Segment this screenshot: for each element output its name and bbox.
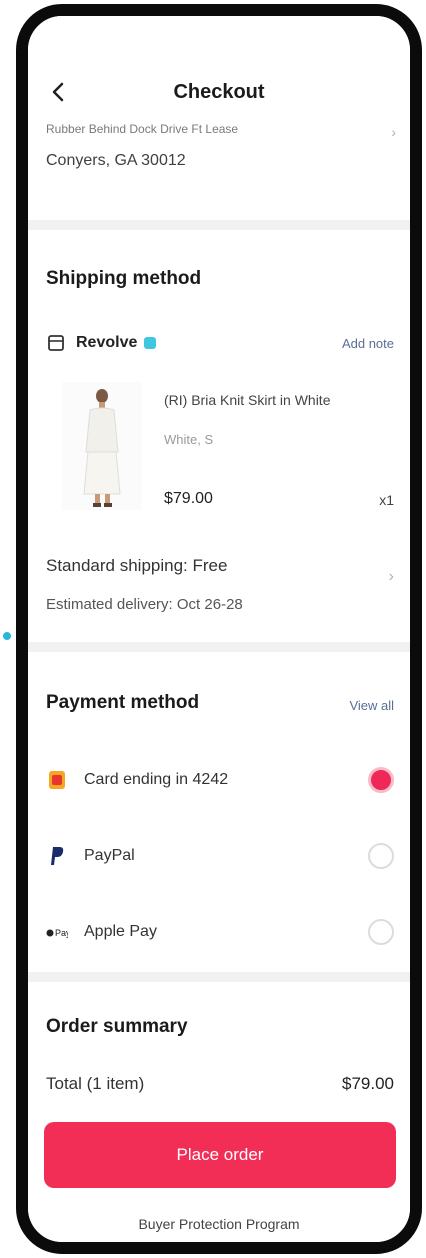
product-price: $79.00 bbox=[164, 490, 213, 507]
total-label: Total (1 item) bbox=[46, 1074, 145, 1093]
chevron-left-icon bbox=[52, 82, 64, 102]
paypal-icon bbox=[46, 845, 68, 867]
store-row: Revolve Add note bbox=[46, 328, 394, 358]
product-name: (RI) Bria Knit Skirt in White bbox=[164, 392, 331, 408]
payment-option-card[interactable]: Card ending in 4242 bbox=[46, 760, 394, 800]
side-dot-marker bbox=[2, 628, 12, 640]
payment-radio[interactable] bbox=[368, 919, 394, 945]
total-value: $79.00 bbox=[342, 1074, 394, 1093]
payment-section-title: Payment method bbox=[46, 692, 200, 713]
payment-option-label: Apple Pay bbox=[84, 923, 157, 940]
checkout-screen: Checkout Rubber Behind Dock Drive Ft Lea… bbox=[28, 16, 410, 1242]
address-city: Conyers, GA 30012 bbox=[46, 152, 186, 169]
estimated-delivery: Estimated delivery: Oct 26-28 bbox=[46, 596, 243, 613]
payment-radio[interactable] bbox=[368, 843, 394, 869]
header: Checkout bbox=[28, 72, 410, 112]
address-street: Rubber Behind Dock Drive Ft Lease bbox=[46, 122, 239, 136]
place-order-button[interactable]: Place order bbox=[44, 1122, 396, 1188]
payment-radio-selected[interactable] bbox=[368, 767, 394, 793]
section-divider bbox=[28, 972, 410, 982]
payment-option-apple-pay[interactable]: Pay Apple Pay bbox=[46, 912, 394, 952]
payment-option-paypal[interactable]: PayPal bbox=[46, 836, 394, 876]
shipping-chevron-icon[interactable]: › bbox=[389, 568, 394, 586]
phone-frame: Checkout Rubber Behind Dock Drive Ft Lea… bbox=[16, 4, 422, 1254]
section-divider bbox=[28, 220, 410, 230]
address-chevron-icon[interactable]: › bbox=[391, 124, 396, 140]
apple-pay-icon: Pay bbox=[46, 921, 68, 943]
product-image[interactable] bbox=[62, 382, 142, 510]
svg-text:Pay: Pay bbox=[55, 928, 68, 938]
shipping-option[interactable]: Standard shipping: Free bbox=[46, 556, 227, 576]
store-name[interactable]: Revolve bbox=[76, 334, 137, 352]
page-title: Checkout bbox=[173, 80, 265, 103]
store-icon bbox=[48, 335, 64, 351]
order-summary-title: Order summary bbox=[46, 1016, 188, 1037]
section-divider bbox=[28, 642, 410, 652]
verified-icon bbox=[144, 337, 157, 349]
shipping-section-title: Shipping method bbox=[46, 268, 202, 289]
back-button[interactable] bbox=[46, 80, 70, 104]
view-all-link[interactable]: View all bbox=[349, 698, 394, 713]
product-quantity: x1 bbox=[379, 492, 394, 508]
card-icon bbox=[46, 769, 68, 791]
buyer-protection-link[interactable]: Buyer Protection Program bbox=[28, 1216, 410, 1232]
add-note-link[interactable]: Add note bbox=[342, 336, 394, 351]
payment-option-label: PayPal bbox=[84, 847, 135, 864]
product-variant: White, S bbox=[164, 432, 214, 447]
payment-option-label: Card ending in 4242 bbox=[84, 771, 229, 788]
